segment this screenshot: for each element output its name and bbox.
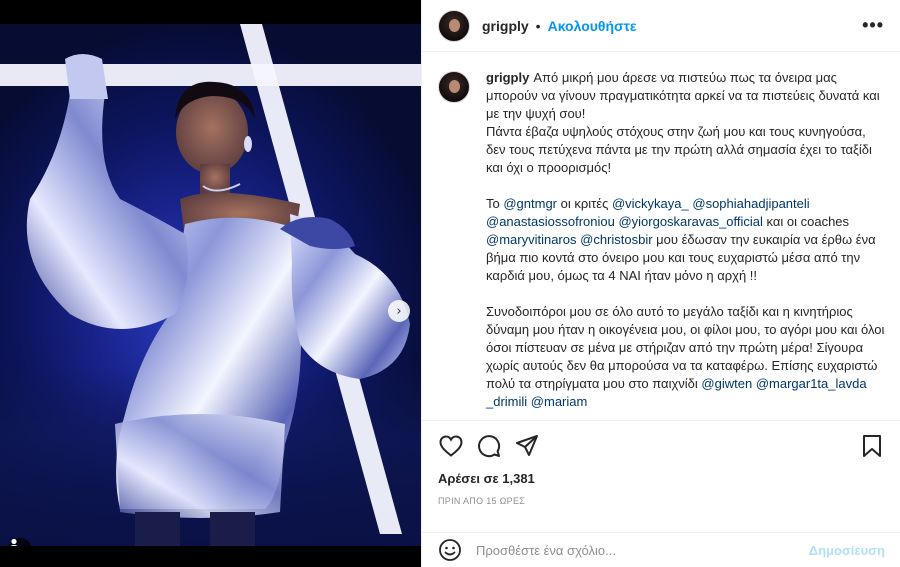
mention-link[interactable]: _drimili [486,394,527,409]
heart-icon [439,435,463,457]
more-options-icon[interactable]: ••• [862,15,884,36]
user-icon [10,538,18,546]
action-icons [438,431,885,461]
caption-scroll-area[interactable]: grigply Από μικρή μου άρεσε να πιστεύω πω… [422,53,900,420]
caption-paragraph-3: Το @gntmgr οι κριτές @vickykaya_ @sophia… [486,195,885,285]
post-media: › [0,0,421,567]
post-timestamp[interactable]: ΠΡΙΝ ΑΠΟ 15 ΩΡΕΣ [438,496,885,506]
caption-text-1: Από μικρή μου άρεσε να πιστεύω πως τα όν… [486,70,880,121]
mention-link[interactable]: @maryvitinaros [486,232,577,247]
chevron-right-icon: › [396,303,402,319]
save-button[interactable] [859,433,885,459]
add-comment-bar: Δημοσίευση [422,532,900,567]
paper-plane-icon [516,435,538,456]
caption-text-3b: οι κριτές [557,196,612,211]
share-button[interactable] [514,433,540,459]
post-photo[interactable]: › [0,24,421,546]
header-username[interactable]: grigply [482,18,529,34]
caption-text-3c: και οι coaches [762,214,850,229]
comment-button[interactable] [476,433,502,459]
post-header: grigply • Ακολουθήστε ••• [422,0,900,52]
mention-link[interactable]: @yiorgoskaravas_official [618,214,762,229]
caption-avatar[interactable] [438,71,470,103]
comment-input[interactable] [476,542,809,558]
follow-button[interactable]: Ακολουθήστε [548,18,637,34]
mention-link[interactable]: @sophiahadjipanteli [692,196,809,211]
mention-link[interactable]: @mariam [531,394,588,409]
mention-link[interactable]: @giwten [701,376,752,391]
header-separator: • [535,17,541,34]
caption-paragraph-4: Συνοδοιπόροι μου σε όλο αυτό το μεγάλο τ… [486,303,885,411]
caption-paragraph-1: grigply Από μικρή μου άρεσε να πιστεύω πω… [486,69,885,123]
post-comment-button[interactable]: Δημοσίευση [809,543,885,558]
post-details-panel: grigply • Ακολουθήστε ••• grigply Από μικ… [421,0,900,567]
avatar[interactable] [438,9,470,42]
caption-text-3a: Το [486,196,504,211]
bookmark-icon [863,435,881,457]
caption-username[interactable]: grigply [486,70,529,85]
mention-link[interactable]: @vickykaya_ [612,196,689,211]
mention-link[interactable]: @christosbir [580,232,652,247]
caption-paragraph-2: Πάντα έβαζα υψηλούς στόχους στην ζωή μου… [486,124,872,175]
caption: grigply Από μικρή μου άρεσε να πιστεύω πω… [438,69,885,411]
next-image-button[interactable]: › [388,300,410,322]
emoji-button[interactable] [438,538,462,562]
photo-illustration [0,24,421,546]
mention-link[interactable]: @margar1ta_lavda [756,376,867,391]
comment-icon [478,435,501,458]
like-button[interactable] [438,433,464,459]
mention-link[interactable]: @gntmgr [503,196,557,211]
caption-text: grigply Από μικρή μου άρεσε να πιστεύω πω… [486,69,885,411]
post-actions: Αρέσει σε 1,381 ΠΡΙΝ ΑΠΟ 15 ΩΡΕΣ [422,420,900,506]
smiley-icon [439,539,461,561]
mention-link[interactable]: @anastasiossofroniou [486,214,615,229]
likes-count[interactable]: Αρέσει σε 1,381 [438,471,885,486]
